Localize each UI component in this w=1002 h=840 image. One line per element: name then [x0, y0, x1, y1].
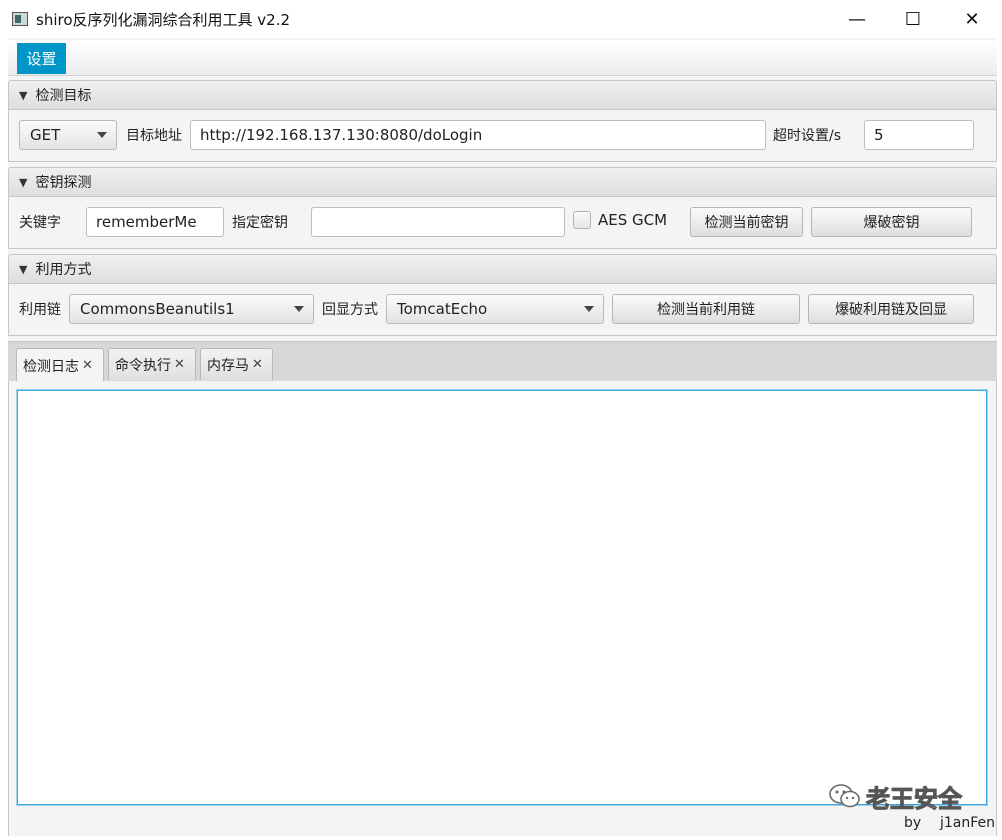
collapse-arrow-icon: ▼ [19, 175, 28, 189]
brute-chain-button[interactable]: 爆破利用链及回显 [808, 294, 974, 324]
collapse-arrow-icon: ▼ [19, 262, 28, 276]
dropdown-caret-icon [294, 306, 304, 312]
tab-close-icon[interactable]: ✕ [252, 357, 263, 372]
brute-key-button[interactable]: 爆破密钥 [811, 207, 972, 237]
tab-memory-shell[interactable]: 内存马 ✕ [200, 348, 273, 380]
timeout-input[interactable]: 5 [864, 120, 974, 150]
wechat-icon [829, 784, 860, 808]
watermark-text: 老王安全 [866, 784, 963, 813]
tab-close-icon[interactable]: ✕ [174, 357, 185, 372]
address-label: 目标地址 [126, 128, 182, 144]
chain-label: 利用链 [19, 302, 61, 318]
exploit-pane-header[interactable]: ▼ 利用方式 [8, 254, 997, 284]
menu-bar [8, 40, 997, 76]
footer-by: by [904, 815, 922, 831]
tab-detect-log[interactable]: 检测日志 ✕ [16, 348, 104, 382]
method-value: GET [30, 126, 61, 144]
dropdown-caret-icon [97, 132, 107, 138]
tab-label: 命令执行 [115, 357, 171, 374]
keyword-input[interactable]: rememberMe [86, 207, 224, 237]
timeout-label: 超时设置/s [773, 128, 842, 144]
minimize-button[interactable]: — [827, 0, 887, 38]
specified-key-label: 指定密钥 [232, 215, 288, 231]
chain-value: CommonsBeanutils1 [80, 300, 235, 318]
target-address-input[interactable]: http://192.168.137.130:8080/doLogin [190, 120, 766, 150]
watermark: 老王安全 [828, 779, 978, 813]
echo-label: 回显方式 [322, 302, 378, 318]
tab-label: 检测日志 [23, 358, 79, 375]
keyword-label: 关键字 [19, 215, 61, 231]
settings-menu[interactable]: 设置 [17, 43, 66, 74]
echo-select[interactable]: TomcatEcho [386, 294, 604, 324]
aes-gcm-label: AES GCM [598, 211, 668, 229]
log-textarea[interactable] [17, 390, 987, 805]
close-button[interactable]: ✕ [942, 0, 1002, 38]
exploit-pane-title: 利用方式 [35, 262, 92, 278]
check-chain-button[interactable]: 检测当前利用链 [612, 294, 800, 324]
target-pane-title: 检测目标 [35, 88, 92, 104]
method-select[interactable]: GET [19, 120, 117, 150]
app-icon [12, 12, 28, 26]
echo-value: TomcatEcho [397, 300, 488, 318]
tab-close-icon[interactable]: ✕ [82, 358, 93, 373]
specified-key-input[interactable] [311, 207, 565, 237]
dropdown-caret-icon [584, 306, 594, 312]
collapse-arrow-icon: ▼ [19, 88, 28, 102]
tab-command-exec[interactable]: 命令执行 ✕ [108, 348, 196, 380]
footer-author: j1anFen [940, 815, 996, 831]
key-pane-title: 密钥探测 [35, 175, 92, 191]
check-current-key-button[interactable]: 检测当前密钥 [690, 207, 803, 237]
aes-gcm-checkbox[interactable] [573, 211, 591, 229]
maximize-button[interactable]: ☐ [883, 0, 943, 38]
key-pane-header[interactable]: ▼ 密钥探测 [8, 167, 997, 197]
tab-label: 内存马 [207, 357, 249, 374]
target-pane-header[interactable]: ▼ 检测目标 [8, 80, 997, 110]
chain-select[interactable]: CommonsBeanutils1 [69, 294, 314, 324]
window-title: shiro反序列化漏洞综合利用工具 v2.2 [36, 11, 291, 29]
